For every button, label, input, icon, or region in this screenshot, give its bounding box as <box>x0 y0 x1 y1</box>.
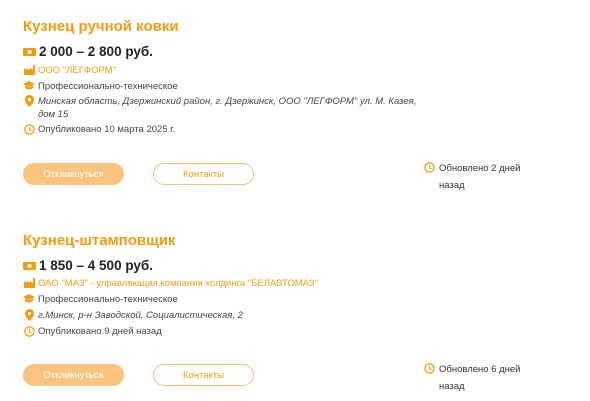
address-row: Минская область, Дзержинский район, г. Д… <box>23 95 418 121</box>
factory-icon <box>23 277 35 289</box>
apply-button[interactable]: Откликнуться <box>23 364 124 386</box>
education-row: Профессионально-техническое <box>23 80 178 93</box>
company-row: ООО "ЛЕГФОРМ" <box>23 64 116 77</box>
updated-text: Обновлено 2 дней назад <box>439 163 521 191</box>
vacancy-title[interactable]: Кузнец-штамповщик <box>23 232 176 249</box>
published-date: Опубликовано 9 дней назад <box>38 326 162 337</box>
updated-info: Обновлено 6 дней назад <box>424 361 539 395</box>
clock-icon <box>424 363 436 375</box>
education: Профессионально-техническое <box>38 294 178 305</box>
address: г.Минск, р-н Заводской, Социалистическая… <box>38 310 243 321</box>
published-row: Опубликовано 9 дней назад <box>23 325 162 338</box>
money-icon <box>23 261 36 271</box>
salary-row: 2 000 – 2 800 руб. <box>23 44 153 59</box>
updated-info: Обновлено 2 дней назад <box>424 160 539 194</box>
clock-icon <box>23 123 35 135</box>
contacts-button[interactable]: Контакты <box>153 163 254 185</box>
address-row: г.Минск, р-н Заводской, Социалистическая… <box>23 309 418 322</box>
salary-row: 1 850 – 4 500 руб. <box>23 258 153 273</box>
company-link[interactable]: ООО "ЛЕГФОРМ" <box>38 64 116 77</box>
vacancy-title[interactable]: Кузнец ручной ковки <box>23 18 179 35</box>
salary: 2 000 – 2 800 руб. <box>39 44 153 59</box>
contacts-button[interactable]: Контакты <box>153 364 254 386</box>
updated-text: Обновлено 6 дней назад <box>439 364 521 392</box>
graduation-cap-icon <box>23 80 35 92</box>
clock-icon <box>424 162 436 174</box>
published-row: Опубликовано 10 марта 2025 г. <box>23 123 175 136</box>
money-icon <box>23 47 36 57</box>
published-date: Опубликовано 10 марта 2025 г. <box>38 124 176 135</box>
education: Профессионально-техническое <box>38 81 178 92</box>
factory-icon <box>23 64 35 76</box>
clock-icon <box>23 325 35 337</box>
salary: 1 850 – 4 500 руб. <box>39 258 153 273</box>
location-pin-icon <box>23 309 35 321</box>
company-row: ОАО "МАЗ" - управляющая компания холдинг… <box>23 277 318 290</box>
company-link[interactable]: ОАО "МАЗ" - управляющая компания холдинг… <box>38 277 318 290</box>
education-row: Профессионально-техническое <box>23 293 178 306</box>
graduation-cap-icon <box>23 293 35 305</box>
location-pin-icon <box>23 95 35 107</box>
address: Минская область, Дзержинский район, г. Д… <box>38 96 417 120</box>
apply-button[interactable]: Откликнуться <box>23 163 124 185</box>
